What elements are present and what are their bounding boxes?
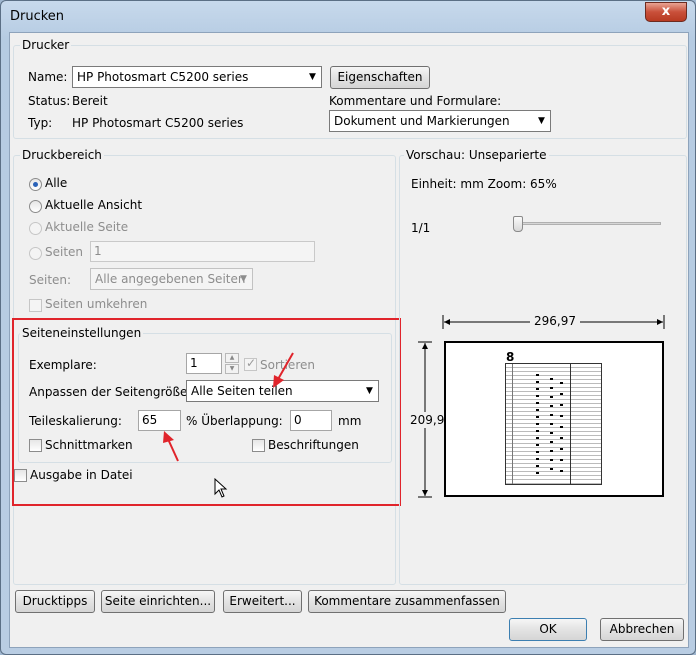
comments-forms-select[interactable]: Dokument und Markierungen ▼ (329, 110, 551, 132)
print-dialog: Drucken x Drucker Name: HP Photosmart C5… (0, 0, 696, 655)
type-label: Typ: (28, 116, 53, 130)
reverse-pages-checkbox[interactable] (29, 299, 42, 312)
annotation-arrow-icon (163, 431, 179, 462)
summarize-comments-button[interactable]: Kommentare zusammenfassen (308, 590, 506, 613)
preview-group-title: Vorschau: Unseparierte (404, 148, 549, 162)
radio-current-view[interactable] (29, 200, 42, 213)
preview-page-content (505, 363, 602, 485)
printer-group-title: Drucker (20, 38, 72, 52)
properties-button[interactable]: Eigenschaften (330, 66, 430, 89)
ok-button[interactable]: OK (509, 618, 587, 641)
reverse-pages-label: Seiten umkehren (45, 297, 148, 311)
radio-all[interactable] (29, 178, 42, 191)
annotation-arrow-icon (273, 352, 294, 388)
pages-subset-label: Seiten: (29, 273, 72, 287)
preview-page-slider-thumb[interactable] (513, 216, 523, 232)
printer-name-label: Name: (28, 70, 68, 84)
close-button[interactable]: x (645, 2, 687, 22)
type-value: HP Photosmart C5200 series (72, 116, 244, 130)
preview-page: 8 (444, 341, 664, 497)
preview-width-value: 296,97 (530, 314, 580, 328)
preview-page-number: 8 (506, 350, 515, 364)
printer-name-value: HP Photosmart C5200 series (77, 70, 249, 84)
print-tips-button[interactable]: Drucktipps (15, 590, 95, 613)
advanced-button[interactable]: Erweitert... (223, 590, 302, 613)
pages-subset-select[interactable]: Alle angegebenen Seiten ▼ (90, 268, 253, 290)
dialog-body: Drucker Name: HP Photosmart C5200 series… (9, 32, 689, 648)
page-setup-button[interactable]: Seite einrichten... (101, 590, 215, 613)
radio-pages[interactable] (29, 247, 42, 260)
preview-page-counter: 1/1 (411, 221, 431, 235)
radio-current-page-label: Aktuelle Seite (45, 220, 129, 234)
chevron-down-icon: ▼ (538, 116, 545, 126)
cancel-button[interactable]: Abbrechen (600, 618, 684, 641)
printer-name-select[interactable]: HP Photosmart C5200 series ▼ (72, 66, 322, 88)
preview-units-zoom: Einheit: mm Zoom: 65% (411, 177, 557, 191)
comments-forms-value: Dokument und Markierungen (334, 114, 510, 128)
window-title: Drucken (10, 9, 65, 24)
radio-current-view-label: Aktuelle Ansicht (45, 198, 143, 212)
preview-page-slider-track[interactable] (516, 222, 661, 225)
chevron-down-icon: ▼ (309, 72, 316, 82)
title-bar: Drucken x (1, 1, 695, 33)
radio-all-label: Alle (45, 176, 68, 190)
radio-pages-label: Seiten (45, 245, 84, 259)
status-value: Bereit (72, 94, 108, 108)
annotation-highlight-frame (12, 318, 401, 506)
status-label: Status: (28, 94, 71, 108)
chevron-down-icon: ▼ (240, 274, 247, 284)
radio-current-page[interactable] (29, 222, 42, 235)
pages-subset-value: Alle angegebenen Seiten (95, 272, 246, 286)
pages-range-input[interactable]: 1 (90, 241, 315, 262)
comments-forms-label: Kommentare und Formulare: (329, 94, 502, 108)
print-range-group-title: Druckbereich (20, 148, 104, 162)
